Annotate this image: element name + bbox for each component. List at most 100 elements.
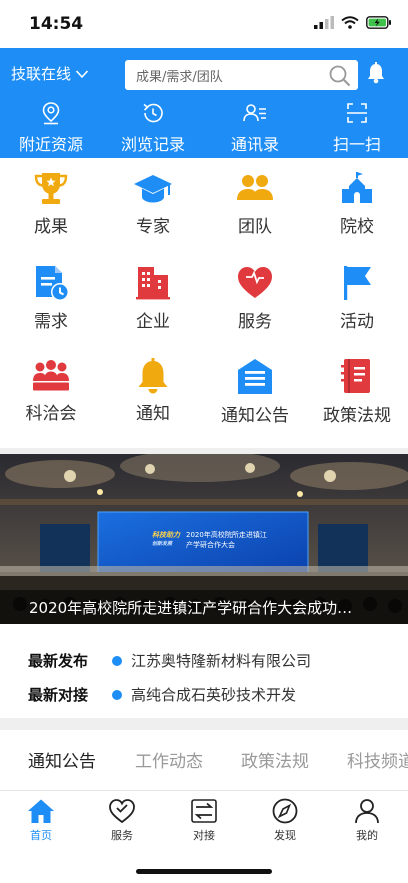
grid-item-label: 院校: [340, 217, 374, 237]
grid-item-notice[interactable]: 通知: [102, 345, 204, 435]
grid-item-label: 通知: [136, 404, 170, 424]
quick-action-label: 通讯录: [230, 135, 279, 154]
grid-item-label: 服务: [238, 312, 272, 332]
content-tabs: 通知公告 工作动态 政策法规 科技频道: [0, 730, 408, 790]
grid-item-announcements[interactable]: 通知公告: [204, 345, 306, 435]
enterprise-building-icon: [136, 267, 170, 300]
heart-outline-icon: [109, 799, 135, 824]
quick-action-label: 扫一扫: [332, 135, 381, 154]
nav-match[interactable]: 对接: [163, 798, 245, 843]
campus-building-icon: [342, 172, 372, 203]
team-icon: [237, 175, 273, 200]
contacts-icon: [243, 104, 266, 122]
notification-bell-icon[interactable]: [366, 62, 386, 84]
grid-item-label: 专家: [136, 217, 170, 237]
bell-icon: [138, 358, 168, 394]
grid-item-label: 政策法规: [323, 406, 391, 426]
home-indicator: [136, 869, 272, 874]
grid-item-team[interactable]: 团队: [204, 158, 306, 248]
grid-item-institutions[interactable]: 院校: [306, 158, 408, 248]
flag-icon: [344, 266, 371, 300]
location-label: 技联在线: [11, 65, 72, 83]
nav-home[interactable]: 首页: [0, 798, 82, 843]
quick-action-scan[interactable]: 扫一扫: [306, 100, 408, 156]
news-value: 高纯合成石英砂技术开发: [131, 686, 297, 704]
cellular-signal-icon: [314, 16, 334, 29]
status-bar: 14:54: [0, 0, 408, 48]
banner-screen-title: 2020年高校院所走进镇江 产学研合作大会: [186, 530, 267, 550]
heart-icon: [238, 267, 272, 298]
status-time: 14:54: [29, 14, 84, 34]
nav-discover[interactable]: 发现: [244, 798, 326, 843]
grid-item-experts[interactable]: 专家: [102, 158, 204, 248]
nav-label: 首页: [30, 829, 52, 842]
bullet-dot: [112, 689, 122, 700]
nav-services[interactable]: 服务: [81, 798, 163, 843]
grid-item-label: 通知公告: [221, 406, 289, 426]
user-icon: [355, 799, 379, 824]
banner-screen-logo-line: 创新发展: [152, 541, 173, 547]
banner-screen-logo: 科技助力 创新发展: [152, 531, 180, 549]
policy-book-icon: [341, 359, 370, 393]
trophy-icon: [34, 173, 68, 204]
quick-action-label: 附近资源: [18, 135, 83, 154]
latest-news: 最新发布 江苏奥特隆新材料有限公司 最新对接 高纯合成石英砂技术开发: [0, 630, 408, 718]
nav-label: 发现: [274, 829, 296, 842]
audience-icon: [33, 360, 69, 391]
quick-action-contacts[interactable]: 通讯录: [204, 100, 306, 156]
news-value: 江苏奥特隆新材料有限公司: [131, 652, 312, 670]
document-clock-icon: [36, 266, 69, 301]
banner-carousel[interactable]: 科技助力 创新发展 2020年高校院所走进镇江 产学研合作大会 2020年高校院…: [0, 454, 408, 624]
quick-actions: 附近资源 浏览记录 通讯录 扫一扫: [0, 100, 408, 156]
grid-item-achievements[interactable]: 成果: [0, 158, 102, 248]
bottom-navigation: 首页 服务 对接 发现 我的: [0, 790, 408, 883]
search-icon[interactable]: [328, 64, 352, 88]
feature-grid: 成果 专家 团队 院校 需求 企业 服务 活动 科洽会 通知 通知公告 政策法规: [0, 158, 408, 448]
grid-item-label: 需求: [34, 312, 68, 332]
grid-item-label: 科洽会: [25, 404, 77, 424]
quick-action-history[interactable]: 浏览记录: [102, 100, 204, 156]
grid-item-enterprises[interactable]: 企业: [102, 251, 204, 341]
nav-label: 我的: [356, 829, 378, 842]
grid-item-tech-fair[interactable]: 科洽会: [0, 345, 102, 435]
section-divider: [0, 718, 408, 730]
battery-charging-icon: [366, 16, 391, 29]
nav-profile[interactable]: 我的: [326, 798, 408, 843]
tab-policies[interactable]: 政策法规: [241, 747, 309, 772]
grid-item-policies[interactable]: 政策法规: [306, 345, 408, 435]
news-key: 最新发布: [28, 652, 89, 670]
location-selector[interactable]: 技联在线: [11, 63, 89, 84]
quick-action-nearby[interactable]: 附近资源: [0, 100, 102, 156]
header: 技联在线 成果/需求/团队 附近资源 浏览记录 通讯录 扫一扫: [0, 48, 408, 158]
news-row-latest-match[interactable]: 最新对接 高纯合成石英砂技术开发: [28, 684, 296, 705]
exchange-icon: [191, 799, 217, 823]
tab-tech-channel[interactable]: 科技频道: [347, 747, 408, 772]
grid-item-activities[interactable]: 活动: [306, 251, 408, 341]
compass-icon: [272, 798, 298, 824]
banner-caption: 2020年高校院所走进镇江产学研合作大会成功…: [0, 590, 408, 624]
notice-board-icon: [238, 359, 272, 394]
grid-item-label: 企业: [136, 312, 170, 332]
news-row-latest-publish[interactable]: 最新发布 江苏奥特隆新材料有限公司: [28, 650, 311, 671]
home-icon: [28, 799, 54, 823]
grid-item-services[interactable]: 服务: [204, 251, 306, 341]
grid-item-demands[interactable]: 需求: [0, 251, 102, 341]
chevron-down-icon: [75, 69, 89, 78]
grid-item-label: 活动: [340, 312, 374, 332]
search-bar[interactable]: 成果/需求/团队: [125, 60, 358, 90]
search-input[interactable]: 成果/需求/团队: [136, 66, 223, 85]
location-pin-icon: [42, 102, 60, 125]
grid-item-label: 团队: [238, 217, 272, 237]
scan-icon: [347, 103, 367, 123]
quick-action-label: 浏览记录: [120, 135, 185, 154]
tab-work-updates[interactable]: 工作动态: [135, 747, 203, 772]
history-clock-icon: [143, 103, 163, 123]
banner-screen-title-line: 2020年高校院所走进镇江: [186, 531, 267, 539]
nav-label: 服务: [111, 829, 133, 842]
graduation-cap-icon: [134, 175, 172, 203]
bullet-dot: [112, 655, 122, 666]
news-key: 最新对接: [28, 686, 89, 704]
banner-screen-logo-line: 科技助力: [152, 531, 180, 539]
tab-notices[interactable]: 通知公告: [28, 747, 96, 772]
nav-label: 对接: [193, 829, 215, 842]
